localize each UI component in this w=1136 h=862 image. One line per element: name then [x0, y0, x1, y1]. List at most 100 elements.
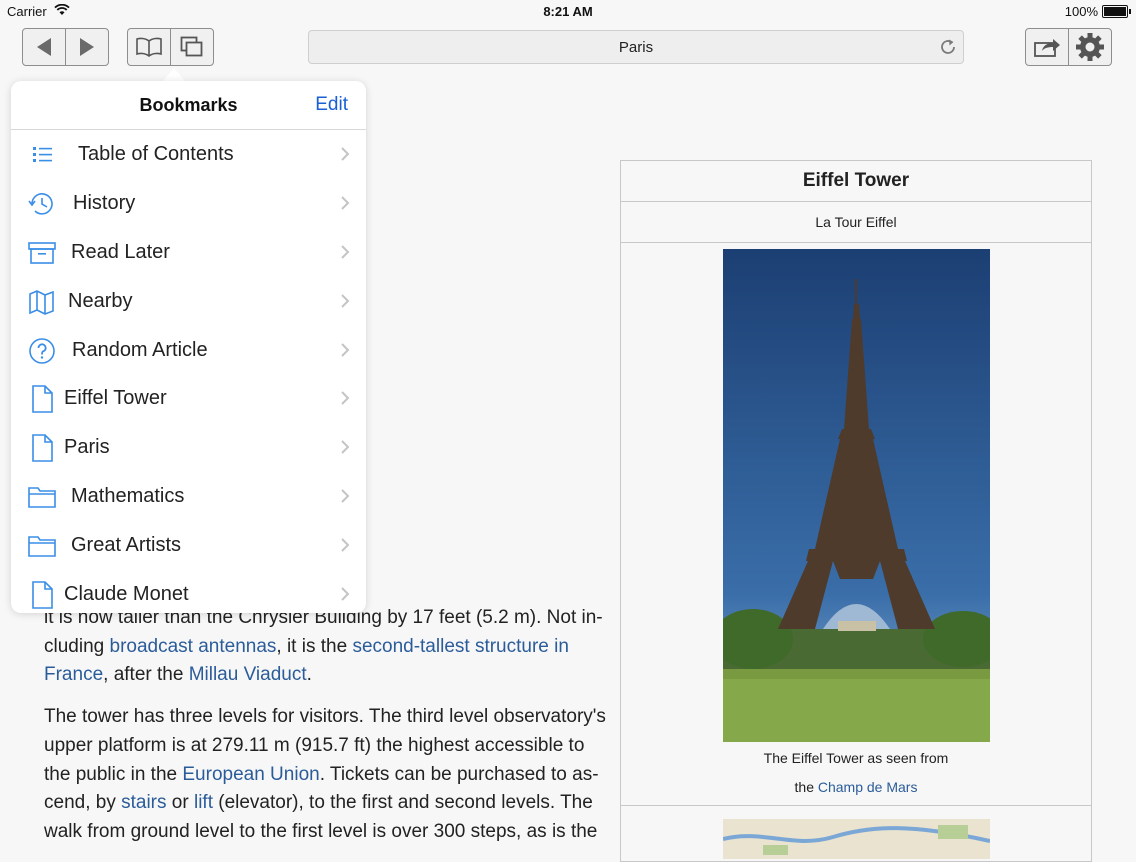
- article-link[interactable]: European Union: [182, 764, 319, 785]
- article-text: The tower has three levels for visitors.…: [44, 706, 606, 727]
- article-text: upper platform is at 279.11 m (915.7 ft)…: [44, 734, 585, 756]
- article-link[interactable]: second-tallest structure in: [352, 636, 569, 657]
- address-bar[interactable]: Paris: [308, 30, 964, 64]
- document-icon: [27, 580, 57, 610]
- article-text: cend, by: [44, 792, 122, 814]
- gear-icon: [1076, 33, 1104, 61]
- share-icon: [1034, 39, 1060, 57]
- chevron-right-icon: [340, 146, 350, 167]
- share-button[interactable]: [1026, 29, 1068, 65]
- bookmark-row-read-later[interactable]: Read Later: [11, 228, 366, 277]
- tabs-icon: [180, 36, 203, 57]
- bookmark-row-random-article[interactable]: Random Article: [11, 326, 366, 375]
- article-text: (elevator), to the first and second leve…: [212, 792, 593, 814]
- article-text: or: [166, 792, 194, 814]
- history-icon: [27, 189, 57, 219]
- archive-box-icon: [27, 238, 57, 268]
- bookmark-label: Read Later: [71, 240, 170, 263]
- bookmark-row-great-artists[interactable]: Great Artists: [11, 521, 366, 570]
- folder-icon: [27, 531, 57, 561]
- bookmark-row-eiffel-tower[interactable]: Eiffel Tower: [11, 374, 366, 423]
- bookmark-row-history[interactable]: History: [11, 179, 366, 228]
- article-link[interactable]: lift: [194, 792, 213, 813]
- bookmark-row-nearby[interactable]: Nearby: [11, 277, 366, 326]
- chevron-right-icon: [340, 390, 350, 411]
- article-link[interactable]: broadcast antennas: [110, 636, 277, 657]
- back-icon: [37, 38, 51, 56]
- document-icon: [27, 384, 57, 414]
- chevron-right-icon: [340, 586, 350, 607]
- infobox-divider: [621, 805, 1091, 806]
- popover-arrow: [162, 68, 186, 82]
- bookmark-row-claude-monet[interactable]: Claude Monet: [11, 570, 366, 613]
- article-text: cluding: [44, 635, 110, 657]
- infobox: Eiffel Tower La Tour Eiffel The Eiffel T…: [620, 160, 1092, 862]
- bookmark-label: Claude Monet: [64, 583, 189, 606]
- chevron-right-icon: [340, 439, 350, 460]
- article-link[interactable]: stairs: [121, 792, 166, 813]
- question-mark-icon: [27, 336, 57, 366]
- settings-button[interactable]: [1068, 29, 1111, 65]
- battery-icon: [1102, 5, 1131, 18]
- history-nav-group: [22, 28, 109, 66]
- infobox-title: Eiffel Tower: [621, 161, 1091, 202]
- article-line: cend, by stairs or lift (elevator), to t…: [44, 789, 609, 818]
- chevron-right-icon: [340, 244, 350, 265]
- tabs-button[interactable]: [170, 29, 213, 65]
- bookmark-label: Random Article: [72, 338, 208, 361]
- bookmark-label: Great Artists: [71, 534, 182, 557]
- article-line: the public in the European Union. Ticket…: [44, 761, 609, 790]
- popover-title: Bookmarks: [139, 95, 238, 115]
- bookmark-label: Eiffel Tower: [64, 387, 167, 410]
- article-line: The tower has three levels for visitors.…: [44, 703, 609, 732]
- bookmark-label: Nearby: [68, 289, 133, 312]
- bookmarks-icon: [136, 37, 162, 57]
- page-title: Paris: [618, 39, 654, 56]
- bookmarks-popover: Bookmarks Edit Table of Contents History…: [11, 81, 366, 613]
- bookmark-row-table-of-contents[interactable]: Table of Contents: [11, 130, 366, 179]
- article-text: walk from ground level to the first leve…: [44, 821, 598, 843]
- chevron-right-icon: [340, 293, 350, 314]
- caption-line: the Champ de Mars: [621, 773, 1091, 802]
- folder-icon: [27, 482, 57, 512]
- article-text: , after the: [103, 664, 189, 686]
- chevron-right-icon: [340, 537, 350, 558]
- actions-group: [1025, 28, 1112, 66]
- bookmark-label: History: [73, 191, 136, 214]
- infobox-subtitle: La Tour Eiffel: [621, 202, 1091, 243]
- bookmark-row-paris[interactable]: Paris: [11, 423, 366, 472]
- reload-icon[interactable]: [939, 38, 957, 61]
- article-line: France, after the Millau Viaduct.: [44, 661, 609, 690]
- article-text: the public in the: [44, 763, 183, 785]
- bookmark-label: Paris: [64, 436, 110, 459]
- forward-button[interactable]: [65, 29, 108, 65]
- champ-de-mars-link[interactable]: Champ de Mars: [818, 779, 918, 795]
- chevron-right-icon: [340, 195, 350, 216]
- article-link[interactable]: France: [44, 664, 103, 685]
- article-line: upper platform is at 279.11 m (915.7 ft)…: [44, 732, 609, 761]
- list-icon: [27, 140, 57, 170]
- bookmark-label: Mathematics: [71, 485, 185, 508]
- bookmark-label: Table of Contents: [78, 143, 234, 165]
- infobox-caption: The Eiffel Tower as seen from the Champ …: [621, 744, 1091, 802]
- eiffel-tower-photo[interactable]: [723, 249, 990, 742]
- bookmarks-button[interactable]: [128, 29, 170, 65]
- chevron-right-icon: [340, 342, 350, 363]
- article-text: . Tickets can be purchased to as-: [319, 763, 599, 785]
- map-icon: [27, 287, 57, 317]
- location-map-thumbnail[interactable]: [723, 819, 990, 859]
- forward-icon: [80, 38, 94, 56]
- caption-prefix: the: [794, 779, 818, 795]
- toolbar: Paris: [0, 22, 1136, 72]
- edit-button[interactable]: Edit: [315, 94, 348, 116]
- chevron-right-icon: [340, 488, 350, 509]
- article-link[interactable]: Millau Viaduct: [189, 664, 307, 685]
- article-line: walk from ground level to the first leve…: [44, 818, 609, 847]
- popover-header: Bookmarks Edit: [11, 81, 366, 130]
- document-icon: [27, 433, 57, 463]
- library-group: [127, 28, 214, 66]
- bookmark-row-mathematics[interactable]: Mathematics: [11, 472, 366, 521]
- back-button[interactable]: [23, 29, 65, 65]
- article-text: , it is the: [276, 635, 353, 657]
- battery-percent: 100%: [1064, 4, 1098, 19]
